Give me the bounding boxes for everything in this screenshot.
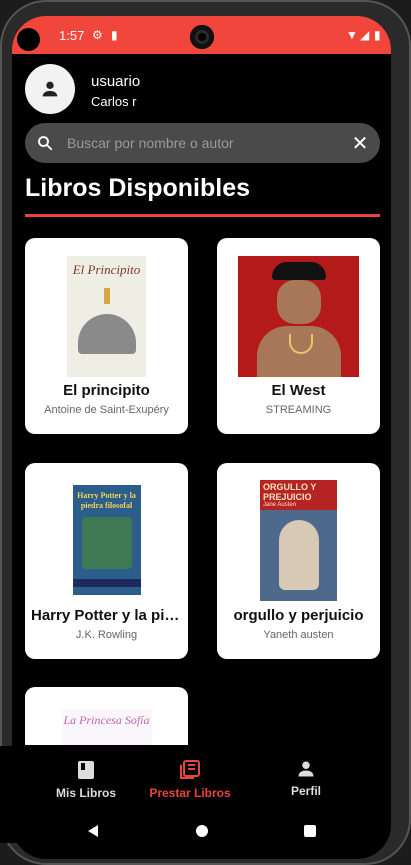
book-cover: El Principito bbox=[67, 256, 146, 377]
book-icon bbox=[78, 761, 94, 779]
cover-title: ORGULLO Y PREJUICIO bbox=[263, 482, 317, 502]
book-author: J.K. Rowling bbox=[75, 629, 138, 641]
username: usuario bbox=[91, 73, 141, 90]
close-icon[interactable]: ✕ bbox=[340, 131, 380, 156]
recents-icon[interactable] bbox=[304, 825, 316, 837]
cover-title: La Princesa Sofía bbox=[63, 713, 150, 727]
bottom-nav: Mis Libros Prestar Libros Perfil bbox=[0, 746, 379, 804]
book-title: El principito bbox=[63, 382, 150, 399]
front-camera bbox=[190, 25, 214, 49]
tab-label: Mis Libros bbox=[55, 786, 116, 800]
book-cover: La Princesa Sofía bbox=[61, 709, 152, 745]
cover-title: Harry Potter y la piedra filosofal bbox=[77, 491, 136, 510]
system-nav-bar bbox=[0, 800, 379, 843]
search-input[interactable] bbox=[65, 134, 340, 152]
phone-frame: 1:57 ⚙ ▮ ▼ ◢ ▮ usuario Carlos r ✕ Libros… bbox=[0, 0, 411, 865]
sim-icon: ▮ bbox=[111, 28, 118, 42]
tab-label: Perfil bbox=[290, 784, 321, 798]
book-cover bbox=[238, 256, 359, 377]
book-author: Antoine de Saint-Exupéry bbox=[44, 404, 169, 416]
person-icon bbox=[42, 81, 58, 97]
book-card[interactable]: La Princesa Sofía bbox=[25, 687, 188, 745]
signal-icon: ◢ bbox=[360, 28, 370, 42]
wifi-icon: ▼ bbox=[346, 28, 358, 42]
avatar[interactable] bbox=[25, 64, 75, 114]
tab-perfil[interactable]: Perfil bbox=[256, 746, 356, 798]
book-card[interactable]: El West STREAMING bbox=[217, 238, 380, 434]
home-icon[interactable] bbox=[196, 825, 208, 837]
book-card[interactable]: El Principito El principito Antoine de S… bbox=[25, 238, 188, 434]
library-icon bbox=[180, 760, 200, 779]
book-cover: ORGULLO Y PREJUICIO Jane Austen bbox=[260, 480, 337, 601]
settings-icon: ⚙ bbox=[92, 28, 103, 42]
book-title: Harry Potter y la pie... bbox=[31, 607, 182, 624]
cover-author: Jane Austen bbox=[263, 502, 297, 508]
user-full-name: Carlos r bbox=[91, 94, 137, 109]
status-time: 1:57 bbox=[59, 28, 85, 43]
book-title: orgullo y perjuicio bbox=[233, 607, 364, 624]
book-cover: Harry Potter y la piedra filosofal bbox=[72, 485, 141, 595]
person-icon bbox=[298, 761, 314, 777]
book-card[interactable]: ORGULLO Y PREJUICIO Jane Austen orgullo … bbox=[217, 463, 380, 659]
title-underline bbox=[25, 214, 380, 217]
page-title: Libros Disponibles bbox=[25, 174, 251, 202]
tab-prestar-libros[interactable]: Prestar Libros bbox=[140, 746, 240, 804]
book-author: STREAMING bbox=[265, 404, 332, 416]
book-card[interactable]: Harry Potter y la piedra filosofal Harry… bbox=[25, 463, 188, 659]
book-grid: El Principito El principito Antoine de S… bbox=[25, 238, 380, 745]
search-bar: ✕ bbox=[25, 123, 380, 163]
book-author: Yaneth austen bbox=[263, 629, 334, 641]
tab-mis-libros[interactable]: Mis Libros bbox=[36, 746, 136, 800]
book-title: El West bbox=[271, 382, 326, 399]
battery-icon: ▮ bbox=[374, 28, 381, 42]
cover-title: El Principito bbox=[72, 262, 141, 277]
back-icon[interactable] bbox=[86, 824, 100, 838]
search-icon[interactable] bbox=[25, 134, 65, 152]
camera-cutout bbox=[17, 28, 40, 51]
